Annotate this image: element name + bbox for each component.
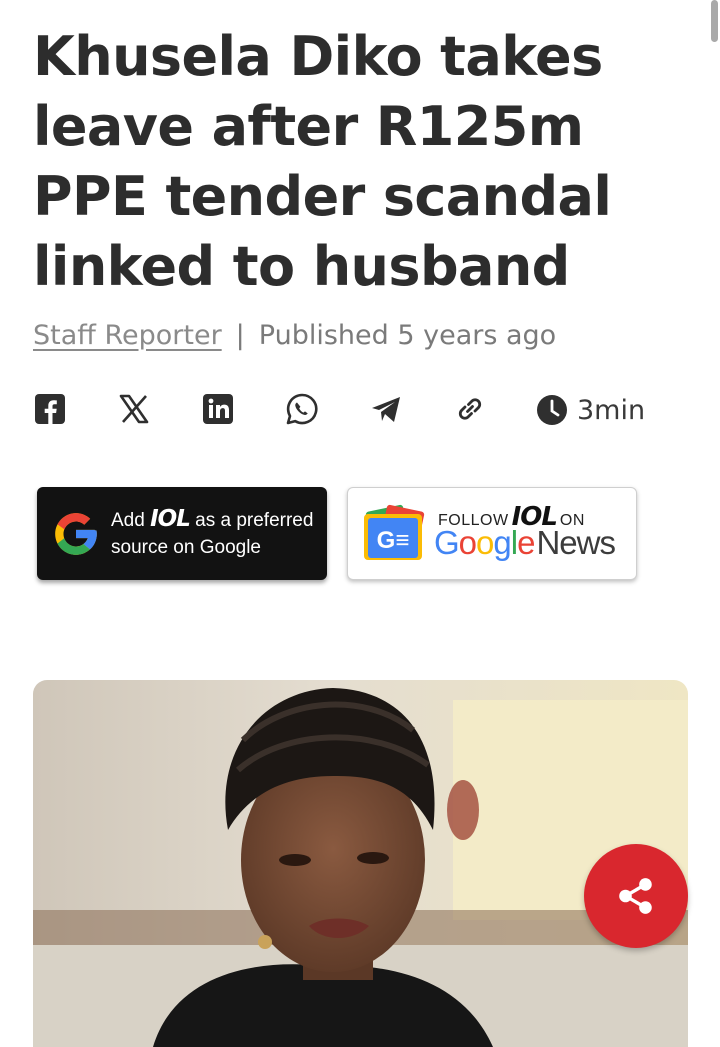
published-date: Published 5 years ago bbox=[258, 320, 557, 351]
preferred-add: Add bbox=[111, 510, 145, 531]
share-bar: 3min bbox=[33, 388, 673, 434]
telegram-icon[interactable] bbox=[369, 392, 403, 426]
follow-google-news-button[interactable]: G≡ FOLLOW IOL ON GoogleNews bbox=[347, 487, 637, 580]
byline-separator: | bbox=[235, 320, 245, 351]
preferred-line2: source on Google bbox=[111, 537, 261, 558]
google-news-wordmark: GoogleNews bbox=[434, 524, 616, 562]
google-letter: G bbox=[434, 524, 460, 561]
clock-icon bbox=[537, 395, 567, 425]
scrollbar-thumb[interactable] bbox=[711, 0, 718, 42]
article-hero-image bbox=[33, 680, 688, 1047]
iol-brand-mark: IOL bbox=[150, 506, 191, 532]
read-time: 3min bbox=[535, 388, 645, 432]
preferred-source-text: Add IOL as a preferred source on Google bbox=[111, 506, 313, 561]
floating-share-button[interactable] bbox=[584, 844, 688, 948]
google-letter: o bbox=[476, 524, 494, 561]
author-link[interactable]: Staff Reporter bbox=[33, 320, 222, 351]
copy-link-icon[interactable] bbox=[453, 392, 487, 426]
whatsapp-icon[interactable] bbox=[285, 392, 319, 426]
article-headline: Khusela Diko takes leave after R125m PPE… bbox=[33, 25, 612, 298]
share-icon bbox=[619, 878, 652, 914]
google-g-icon bbox=[55, 512, 97, 555]
linkedin-icon[interactable] bbox=[201, 392, 235, 426]
preferred-suffix: as a preferred bbox=[195, 510, 314, 531]
google-news-badge: G≡ bbox=[377, 527, 410, 554]
google-news-icon: G≡ bbox=[364, 504, 425, 560]
google-letter: g bbox=[493, 524, 511, 561]
facebook-icon[interactable] bbox=[33, 392, 67, 426]
google-letter: e bbox=[517, 524, 535, 561]
google-preferred-source-button[interactable]: Add IOL as a preferred source on Google bbox=[37, 487, 327, 580]
google-letter: o bbox=[458, 524, 477, 561]
news-label: News bbox=[536, 524, 616, 561]
read-time-label: 3min bbox=[577, 394, 646, 426]
byline: Staff Reporter | Published 5 years ago bbox=[33, 320, 556, 351]
x-icon[interactable] bbox=[117, 392, 151, 426]
